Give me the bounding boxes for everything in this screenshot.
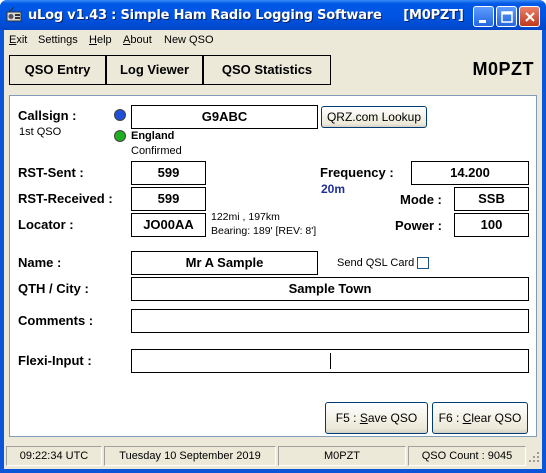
- confirmed-label: Confirmed: [131, 145, 182, 157]
- power-input[interactable]: 100: [454, 213, 529, 237]
- close-button[interactable]: [519, 6, 540, 27]
- callsign-input[interactable]: G9ABC: [131, 105, 318, 129]
- qrz-lookup-button[interactable]: QRZ.com Lookup: [321, 106, 427, 128]
- callsign-label: Callsign :: [18, 108, 77, 123]
- comments-input[interactable]: [131, 309, 529, 333]
- menu-settings[interactable]: Settings: [38, 34, 78, 46]
- band-label: 20m: [321, 182, 346, 196]
- app-window: uLog v1.43 : Simple Ham Radio Logging So…: [0, 0, 546, 473]
- flexi-input[interactable]: [131, 349, 529, 373]
- name-label: Name :: [18, 255, 62, 270]
- tab-qso-entry[interactable]: QSO Entry: [9, 55, 106, 85]
- name-input[interactable]: Mr A Sample: [131, 251, 318, 275]
- status-date: Tuesday 10 September 2019: [104, 446, 276, 466]
- save-qso-button[interactable]: F5 : Save QSO: [325, 402, 428, 434]
- window-title: uLog v1.43 : Simple Ham Radio Logging So…: [28, 8, 464, 23]
- lookup-status-icon: [114, 109, 126, 121]
- tab-qso-statistics[interactable]: QSO Statistics: [203, 55, 331, 85]
- menu-help[interactable]: Help: [89, 34, 112, 46]
- status-qso-count: QSO Count : 9045: [408, 446, 526, 466]
- status-bar: 09:22:34 UTC Tuesday 10 September 2019 M…: [4, 444, 542, 468]
- rst-sent-input[interactable]: 599: [131, 161, 206, 185]
- qso-number: 1st QSO: [19, 126, 62, 138]
- distance-text: 122mi , 197km: [211, 211, 280, 223]
- menu-about[interactable]: About: [123, 34, 152, 46]
- maximize-button[interactable]: [496, 6, 517, 27]
- qth-label: QTH / City :: [18, 281, 89, 296]
- send-qsl-label: Send QSL Card: [337, 257, 415, 269]
- text-caret: [330, 353, 331, 369]
- mode-input[interactable]: SSB: [454, 187, 529, 211]
- qso-entry-panel: Callsign : 1st QSO G9ABC QRZ.com Lookup …: [9, 95, 537, 437]
- client-area: Exit Settings Help About New QSO QSO Ent…: [4, 30, 542, 469]
- clear-qso-button[interactable]: F6 : Clear QSO: [432, 402, 528, 434]
- flexi-input-label: Flexi-Input :: [18, 353, 92, 368]
- power-label: Power :: [395, 218, 442, 233]
- radio-icon[interactable]: [6, 6, 22, 23]
- frequency-input[interactable]: 14.200: [411, 161, 529, 185]
- resize-grip-icon[interactable]: [528, 451, 540, 466]
- menu-bar: Exit Settings Help About New QSO: [4, 30, 542, 50]
- qth-input[interactable]: Sample Town: [131, 277, 529, 301]
- comments-label: Comments :: [18, 313, 94, 328]
- menu-exit[interactable]: Exit: [9, 34, 27, 46]
- minimize-button[interactable]: [473, 6, 494, 27]
- frequency-label: Frequency :: [320, 165, 394, 180]
- menu-new-qso[interactable]: New QSO: [164, 34, 214, 46]
- status-time: 09:22:34 UTC: [6, 446, 102, 466]
- operator-callsign: M0PZT: [472, 59, 534, 79]
- rst-received-label: RST-Received :: [18, 191, 113, 206]
- tab-log-viewer[interactable]: Log Viewer: [106, 55, 203, 85]
- locator-label: Locator :: [18, 217, 74, 232]
- confirmed-status-icon: [114, 130, 126, 142]
- bearing-text: Bearing: 189' [REV: 8']: [211, 225, 317, 237]
- rst-received-input[interactable]: 599: [131, 187, 206, 211]
- rst-sent-label: RST-Sent :: [18, 165, 84, 180]
- mode-label: Mode :: [400, 192, 442, 207]
- locator-input[interactable]: JO00AA: [131, 213, 206, 237]
- send-qsl-checkbox[interactable]: [417, 257, 429, 269]
- status-callsign: M0PZT: [278, 446, 406, 466]
- title-bar[interactable]: uLog v1.43 : Simple Ham Radio Logging So…: [0, 0, 546, 30]
- country-label: England: [131, 130, 175, 142]
